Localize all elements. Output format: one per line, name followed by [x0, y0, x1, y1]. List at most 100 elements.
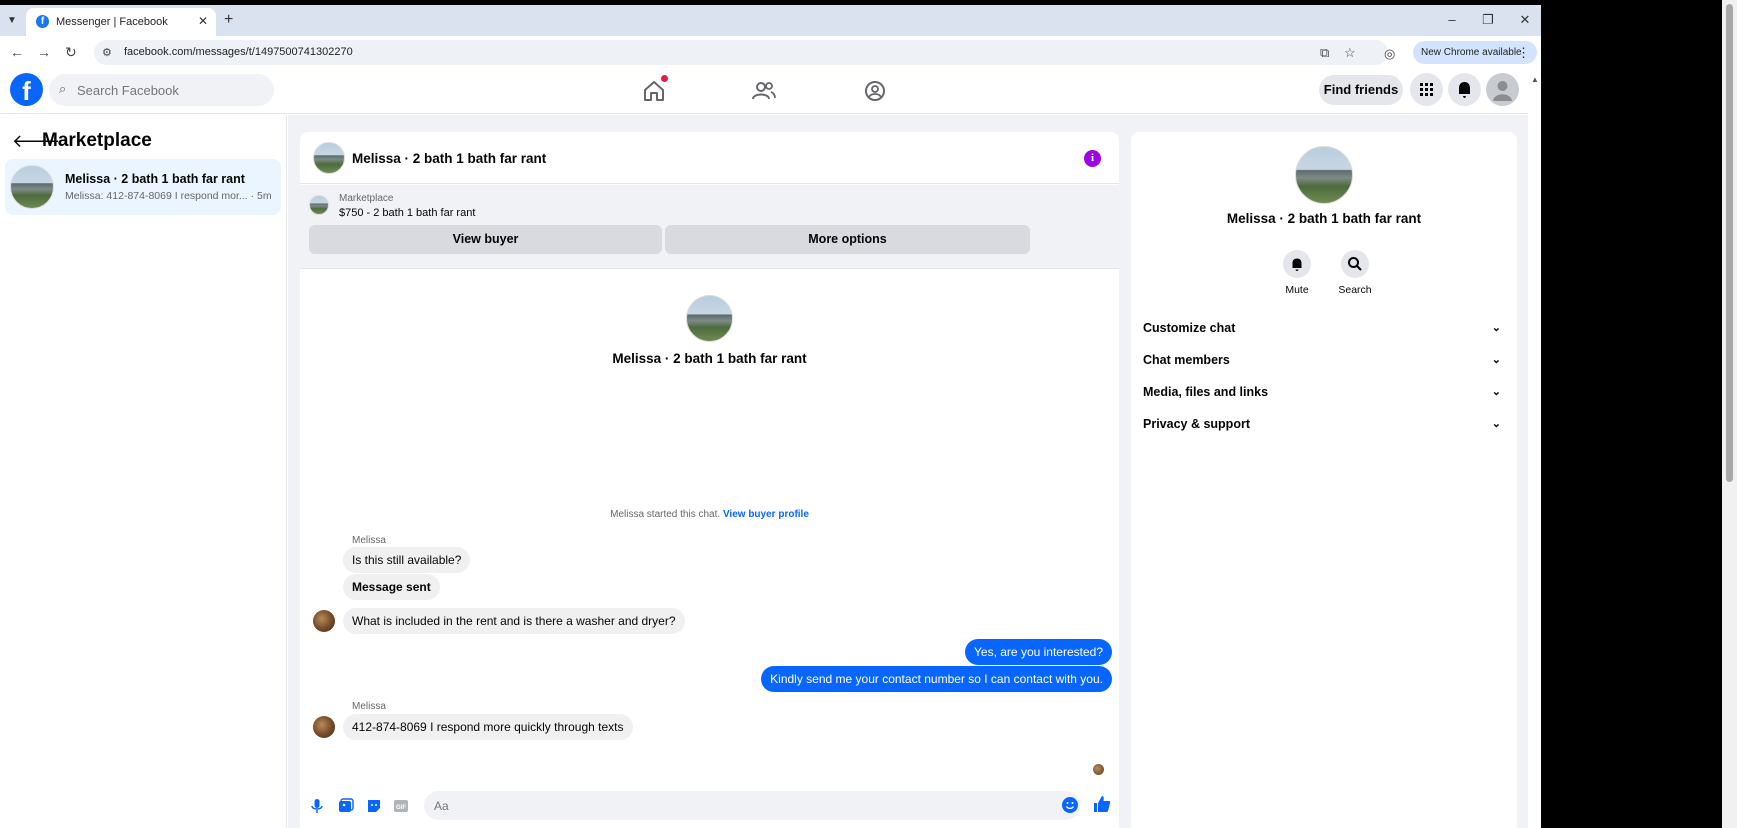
conversation-name: Melissa · 2 bath 1 bath far rant	[65, 172, 245, 186]
chat-header[interactable]: Melissa · 2 bath 1 bath far rant i	[300, 132, 1119, 184]
friends-icon[interactable]	[750, 77, 778, 105]
mute-label: Mute	[1285, 284, 1309, 296]
svg-text:GIF: GIF	[396, 805, 406, 811]
conversation-item[interactable]: Melissa · 2 bath 1 bath far rant Melissa…	[5, 159, 281, 215]
gif-icon[interactable]: GIF	[393, 798, 409, 814]
notifications-bell-icon[interactable]	[1448, 73, 1481, 106]
home-icon[interactable]	[640, 75, 668, 105]
intro-avatar	[686, 295, 733, 342]
chevron-down-icon: ⌄	[1491, 322, 1501, 334]
microphone-icon[interactable]	[309, 798, 325, 814]
back-icon[interactable]: ←	[10, 44, 24, 60]
sender-avatar[interactable]	[313, 716, 335, 738]
section-label: Privacy & support	[1143, 417, 1250, 431]
listing-price[interactable]: $750 - 2 bath 1 bath far rant	[339, 207, 475, 219]
incoming-message[interactable]: Is this still available?	[343, 547, 471, 573]
sender-label: Melissa	[352, 701, 386, 712]
bell-icon	[1283, 250, 1311, 278]
search-input[interactable]	[77, 80, 262, 100]
incoming-message[interactable]: 412-874-8069 I respond more quickly thro…	[343, 714, 633, 740]
tab-strip: ▼ f Messenger | Facebook ✕ + – ❐ ✕	[0, 5, 1541, 36]
listing-thumbnail	[10, 165, 54, 209]
sender-label: Melissa	[352, 535, 386, 546]
notification-dot	[661, 75, 668, 82]
tab-list-icon[interactable]: ▼	[4, 13, 20, 29]
chat-panel: Melissa · 2 bath 1 bath far rant i Marke…	[300, 132, 1119, 828]
forward-icon[interactable]: →	[37, 44, 51, 60]
sticker-icon[interactable]	[366, 798, 382, 814]
chrome-menu-icon[interactable]: ⋮	[1517, 45, 1530, 61]
conversation-snippet: Melissa: 412-874-8069 I respond mor... ·…	[65, 190, 272, 202]
reload-icon[interactable]: ↻	[65, 44, 77, 61]
outer-scrollbar[interactable]	[1722, 0, 1737, 828]
chat-title[interactable]: Melissa · 2 bath 1 bath far rant	[352, 151, 546, 166]
profile-name: Melissa · 2 bath 1 bath far rant	[1226, 211, 1422, 226]
chat-members-section[interactable]: Chat members ⌄	[1143, 344, 1505, 376]
marketplace-label: Marketplace	[339, 193, 394, 204]
thumbs-up-icon[interactable]	[1093, 795, 1111, 818]
inbox-title: Marketplace	[42, 130, 152, 151]
bookmark-star-icon[interactable]: ☆	[1344, 45, 1356, 61]
search-icon: ⌕	[59, 81, 67, 96]
new-chrome-label: New Chrome available	[1421, 47, 1522, 58]
info-icon[interactable]: i	[1084, 150, 1101, 167]
message-input-box[interactable]	[424, 791, 1080, 820]
chevron-down-icon: ⌄	[1491, 386, 1501, 398]
profile-icon[interactable]: ◎	[1384, 46, 1395, 62]
menu-grid-icon[interactable]	[1410, 73, 1443, 106]
photo-icon[interactable]	[338, 798, 354, 814]
marketplace-inbox: 🡐 Marketplace Melissa · 2 bath 1 bath fa…	[0, 115, 287, 828]
facebook-logo[interactable]: f	[10, 73, 43, 106]
new-tab-icon[interactable]: +	[224, 11, 233, 29]
site-info-icon[interactable]: ⚙	[102, 46, 112, 59]
address-bar[interactable]: ⚙ facebook.com/messages/t/14975007413022…	[94, 40, 1388, 65]
tab-close-icon[interactable]: ✕	[198, 14, 208, 28]
account-avatar[interactable]	[1486, 73, 1519, 106]
find-friends-button[interactable]: Find friends	[1319, 75, 1403, 105]
chevron-down-icon: ⌄	[1491, 418, 1501, 430]
search-button[interactable]: Search	[1325, 250, 1385, 296]
profile-avatar[interactable]	[1295, 146, 1353, 204]
mute-button[interactable]: Mute	[1267, 250, 1327, 296]
tab-title: Messenger | Facebook	[56, 16, 168, 28]
scrollbar-thumb[interactable]	[1726, 4, 1733, 482]
facebook-header: f ⌕ Find friends	[0, 65, 1528, 114]
install-app-icon[interactable]: ⧉	[1320, 45, 1329, 61]
outgoing-message[interactable]: Yes, are you interested?	[965, 639, 1112, 665]
customize-chat-section[interactable]: Customize chat ⌄	[1143, 312, 1505, 344]
section-label: Chat members	[1143, 353, 1230, 367]
view-buyer-profile-link[interactable]: View buyer profile	[723, 509, 809, 520]
intro-name: Melissa · 2 bath 1 bath far rant	[612, 351, 807, 366]
started-text: Melissa started this chat.	[610, 509, 721, 520]
incoming-message[interactable]: Message sent	[343, 574, 440, 600]
marketplace-listing-bar: Marketplace $750 - 2 bath 1 bath far ran…	[300, 185, 1119, 269]
chat-started-note: Melissa started this chat. View buyer pr…	[300, 509, 1119, 520]
search-box[interactable]: ⌕	[49, 74, 274, 106]
new-chrome-available-button[interactable]: New Chrome available ⋮	[1413, 41, 1537, 64]
minimize-icon[interactable]: –	[1442, 12, 1462, 27]
seen-indicator-avatar	[1093, 764, 1104, 775]
tab-messenger[interactable]: f Messenger | Facebook ✕	[26, 8, 216, 36]
search-icon	[1341, 250, 1369, 278]
groups-icon[interactable]	[861, 77, 889, 105]
chevron-down-icon: ⌄	[1491, 354, 1501, 366]
facebook-favicon-icon: f	[36, 15, 49, 28]
restore-icon[interactable]: ❐	[1478, 12, 1498, 28]
media-files-links-section[interactable]: Media, files and links ⌄	[1143, 376, 1505, 408]
listing-thumbnail[interactable]	[309, 195, 329, 215]
emoji-icon[interactable]	[1062, 797, 1078, 813]
page-scrollbar[interactable]: ▲	[1528, 65, 1541, 828]
window-close-icon[interactable]: ✕	[1515, 12, 1535, 28]
chat-avatar[interactable]	[313, 142, 345, 174]
view-buyer-button[interactable]: View buyer	[309, 225, 662, 254]
chat-details-panel: Melissa · 2 bath 1 bath far rant Mute Se…	[1131, 132, 1517, 828]
scroll-up-icon[interactable]: ▲	[1531, 75, 1539, 84]
more-options-button[interactable]: More options	[665, 225, 1030, 254]
section-label: Media, files and links	[1143, 385, 1269, 399]
sender-avatar[interactable]	[313, 610, 335, 632]
outgoing-message[interactable]: Kindly send me your contact number so I …	[761, 666, 1112, 692]
incoming-message[interactable]: What is included in the rent and is ther…	[343, 608, 685, 634]
search-label: Search	[1338, 284, 1372, 296]
message-input[interactable]	[434, 796, 1034, 815]
privacy-support-section[interactable]: Privacy & support ⌄	[1143, 408, 1505, 440]
